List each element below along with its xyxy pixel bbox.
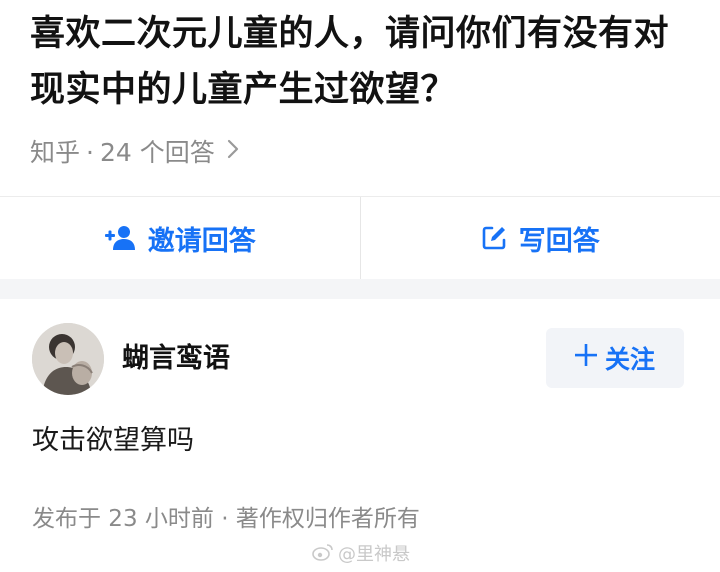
question-header: 喜欢二次元儿童的人，请问你们有没有对现实中的儿童产生过欲望？ 知乎 · 24 个… <box>0 0 720 196</box>
follow-button[interactable]: 关注 <box>546 328 684 388</box>
question-meta[interactable]: 知乎 · 24 个回答 <box>30 136 239 170</box>
source-label: 知乎 <box>30 138 81 167</box>
answer-content[interactable]: 攻击欲望算吗 <box>32 423 194 459</box>
write-answer-button[interactable]: 写回答 <box>361 197 720 279</box>
question-title[interactable]: 喜欢二次元儿童的人，请问你们有没有对现实中的儿童产生过欲望？ <box>30 6 690 118</box>
follow-label: 关注 <box>604 345 655 374</box>
invite-answer-button[interactable]: 邀请回答 <box>0 197 360 279</box>
answer-card: 蝴言鸾语 关注 攻击欲望算吗 发布于 23 小时前 · 著作权归作者所有 @里神… <box>0 299 720 572</box>
weibo-icon <box>312 543 334 567</box>
plus-icon <box>574 342 597 372</box>
edit-icon <box>481 225 507 251</box>
author-name[interactable]: 蝴言鸾语 <box>122 341 230 377</box>
watermark-text: @里神悬 <box>338 544 410 565</box>
avatar[interactable] <box>32 323 104 395</box>
chevron-right-icon <box>227 136 239 170</box>
meta-separator: · <box>86 138 94 167</box>
section-divider <box>0 279 720 299</box>
answer-count: 24 个回答 <box>99 138 215 167</box>
watermark: @里神悬 <box>312 543 410 567</box>
write-answer-label: 写回答 <box>518 225 600 257</box>
answer-meta: 发布于 23 小时前 · 著作权归作者所有 <box>32 506 420 532</box>
action-bar: 邀请回答 写回答 <box>0 196 720 279</box>
add-user-icon <box>104 225 136 251</box>
invite-answer-label: 邀请回答 <box>147 225 256 257</box>
